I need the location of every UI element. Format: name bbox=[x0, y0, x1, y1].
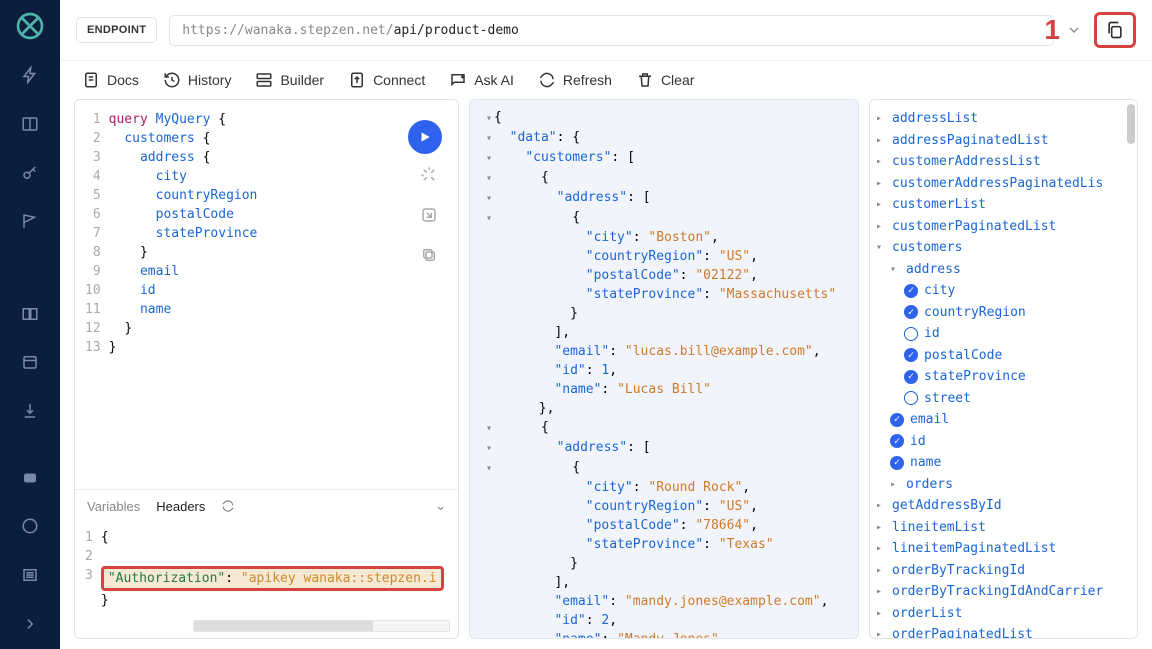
explorer-tree[interactable]: ▸addressList▸addressPaginatedList▸custom… bbox=[870, 100, 1137, 638]
reload-icon[interactable] bbox=[221, 499, 235, 513]
variables-tabs: Variables Headers ⌄ bbox=[75, 489, 458, 522]
explorer-item[interactable]: ▸customerAddressPaginatedLis bbox=[876, 173, 1131, 195]
horizontal-scrollbar[interactable] bbox=[193, 620, 450, 632]
expand-icon[interactable] bbox=[12, 608, 48, 639]
explorer-item[interactable]: ▸orderList bbox=[876, 603, 1131, 625]
prettify-icon[interactable] bbox=[416, 162, 442, 188]
refresh-button[interactable]: Refresh bbox=[538, 71, 612, 89]
explorer-item[interactable]: ▸addressList bbox=[876, 108, 1131, 130]
explorer-item[interactable]: ▸lineitemList bbox=[876, 517, 1131, 539]
result-viewer[interactable]: ▾{ ▾ "data": { ▾ "customers": [ ▾ { ▾ "a… bbox=[470, 100, 858, 638]
explorer-item[interactable]: ▸orderPaginatedList bbox=[876, 624, 1131, 638]
endpoint-bar: ENDPOINT https://wanaka.stepzen.net/api/… bbox=[60, 0, 1152, 61]
run-query-button[interactable] bbox=[408, 120, 442, 154]
explorer-item[interactable]: ▸customerPaginatedList bbox=[876, 216, 1131, 238]
ask-ai-button[interactable]: Ask AI bbox=[449, 71, 514, 89]
endpoint-url-input[interactable]: https://wanaka.stepzen.net/api/product-d… bbox=[169, 15, 1054, 46]
clear-button[interactable]: Clear bbox=[636, 71, 694, 89]
explorer-item[interactable]: ▸getAddressById bbox=[876, 495, 1131, 517]
key-icon[interactable] bbox=[12, 157, 48, 188]
chevron-down-icon[interactable] bbox=[1066, 22, 1082, 38]
connect-button[interactable]: Connect bbox=[348, 71, 425, 89]
chevron-down-icon[interactable]: ⌄ bbox=[435, 498, 446, 514]
history-button[interactable]: History bbox=[163, 71, 232, 89]
explorer-pane: ▸addressList▸addressPaginatedList▸custom… bbox=[869, 99, 1138, 639]
download-icon[interactable] bbox=[12, 396, 48, 427]
list-icon[interactable] bbox=[12, 560, 48, 591]
explorer-item[interactable]: ✓postalCode bbox=[876, 345, 1131, 367]
lightning-icon[interactable] bbox=[12, 60, 48, 91]
explorer-item[interactable]: ✓email bbox=[876, 409, 1131, 431]
explorer-item[interactable]: ✓countryRegion bbox=[876, 302, 1131, 324]
explorer-item[interactable]: ▾address bbox=[876, 259, 1131, 281]
explorer-item[interactable]: ▸orders bbox=[876, 474, 1131, 496]
flag-icon[interactable] bbox=[12, 206, 48, 237]
tab-headers[interactable]: Headers bbox=[156, 499, 205, 514]
book-icon[interactable] bbox=[12, 298, 48, 329]
merge-icon[interactable] bbox=[416, 202, 442, 228]
toolbar: Docs History Builder Connect Ask AI Refr… bbox=[60, 61, 1152, 99]
explorer-item[interactable]: ▸orderByTrackingId bbox=[876, 560, 1131, 582]
explorer-item[interactable]: ✓city bbox=[876, 280, 1131, 302]
app-sidebar bbox=[0, 0, 60, 649]
callout-1: 1 bbox=[1044, 14, 1060, 46]
query-editor[interactable]: 12345678910111213 query MyQuery { custom… bbox=[75, 100, 458, 489]
endpoint-label: ENDPOINT bbox=[76, 17, 157, 43]
explorer-item[interactable]: id bbox=[876, 323, 1131, 345]
explorer-item[interactable]: ▸customerAddressList bbox=[876, 151, 1131, 173]
calendar-icon[interactable] bbox=[12, 347, 48, 378]
explorer-item[interactable]: ✓id bbox=[876, 431, 1131, 453]
explorer-item[interactable]: ▸addressPaginatedList bbox=[876, 130, 1131, 152]
tab-variables[interactable]: Variables bbox=[87, 499, 140, 514]
support-icon[interactable] bbox=[12, 511, 48, 542]
explorer-item[interactable]: ✓stateProvince bbox=[876, 366, 1131, 388]
docs-button[interactable]: Docs bbox=[82, 71, 139, 89]
copy-endpoint-button[interactable] bbox=[1094, 12, 1136, 48]
discord-icon[interactable] bbox=[12, 462, 48, 493]
explorer-item[interactable]: ▸orderByTrackingIdAndCarrier bbox=[876, 581, 1131, 603]
panels-icon[interactable] bbox=[12, 109, 48, 140]
copy-icon[interactable] bbox=[416, 242, 442, 268]
vertical-scrollbar[interactable] bbox=[1127, 104, 1135, 144]
logo-icon bbox=[14, 10, 46, 42]
query-editor-pane: 12345678910111213 query MyQuery { custom… bbox=[74, 99, 459, 639]
explorer-item[interactable]: street bbox=[876, 388, 1131, 410]
explorer-item[interactable]: ▸customerList bbox=[876, 194, 1131, 216]
result-pane: ▾{ ▾ "data": { ▾ "customers": [ ▾ { ▾ "a… bbox=[469, 99, 859, 639]
explorer-item[interactable]: ▾customers bbox=[876, 237, 1131, 259]
explorer-item[interactable]: ▸lineitemPaginatedList bbox=[876, 538, 1131, 560]
headers-editor[interactable]: 123 { "Authorization": "apikey wanaka::s… bbox=[75, 522, 458, 616]
builder-button[interactable]: Builder bbox=[255, 71, 324, 89]
explorer-item[interactable]: ✓name bbox=[876, 452, 1131, 474]
